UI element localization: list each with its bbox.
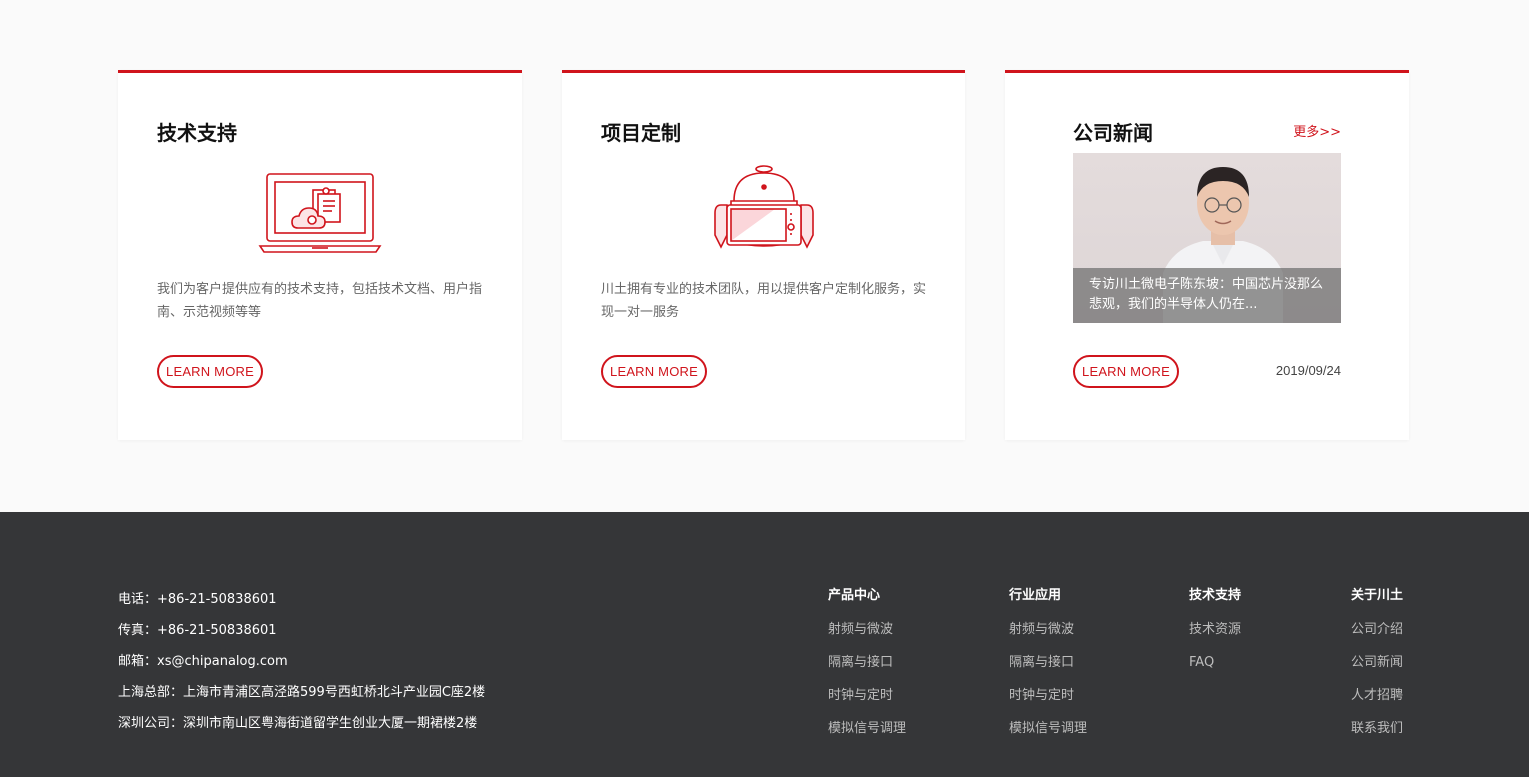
news-date: 2019/09/24 <box>1275 363 1341 378</box>
footer-link[interactable]: 公司介绍 <box>1351 620 1403 653</box>
robot-tablet-icon <box>562 165 965 255</box>
card-description: 我们为客户提供应有的技术支持，包括技术文档、用户指南、示范视频等等 <box>157 282 483 320</box>
footer-contact: 电话：+86-21-50838601 传真：+86-21-50838601 邮箱… <box>118 590 485 745</box>
contact-phone: 电话：+86-21-50838601 <box>118 592 277 607</box>
footer-col-title[interactable]: 技术支持 <box>1189 586 1241 620</box>
footer-link[interactable]: 模拟信号调理 <box>1009 719 1087 752</box>
footer-col-about: 关于川土 公司介绍 公司新闻 人才招聘 联系我们 <box>1351 586 1403 752</box>
footer-col-title[interactable]: 关于川土 <box>1351 586 1403 620</box>
more-news-link[interactable]: 更多>> <box>1293 121 1341 140</box>
footer-link[interactable]: 隔离与接口 <box>1009 653 1087 686</box>
footer-link[interactable]: 时钟与定时 <box>1009 686 1087 719</box>
footer-link[interactable]: 模拟信号调理 <box>828 719 906 752</box>
contact-shanghai-hq: 上海总部：上海市青浦区高泾路599号西虹桥北斗产业园C座2楼 <box>118 685 486 700</box>
card-title: 公司新闻 <box>1073 121 1153 145</box>
footer-link[interactable]: 射频与微波 <box>1009 620 1087 653</box>
footer-link[interactable]: FAQ <box>1189 653 1241 686</box>
footer-col-tech-support: 技术支持 技术资源 FAQ <box>1189 586 1241 686</box>
card-tech-support: 技术支持 我们为客户提供应有的技术支持，包括技术文档、用户指南、示范视频等等 L… <box>118 70 522 440</box>
contact-email: 邮箱：xs@chipanalog.com <box>118 654 288 669</box>
news-image[interactable]: 专访川土微电子陈东坡：中国芯片没那么悲观，我们的半导体人仍在... <box>1073 153 1341 323</box>
card-title: 技术支持 <box>157 121 237 145</box>
card-description: 川土拥有专业的技术团队，用以提供客户定制化服务，实现一对一服务 <box>601 282 927 320</box>
contact-fax: 传真：+86-21-50838601 <box>118 623 277 638</box>
learn-more-button[interactable]: LEARN MORE <box>601 355 707 388</box>
footer-link[interactable]: 人才招聘 <box>1351 686 1403 719</box>
footer-link[interactable]: 时钟与定时 <box>828 686 906 719</box>
footer-col-title[interactable]: 产品中心 <box>828 586 906 620</box>
footer-link[interactable]: 技术资源 <box>1189 620 1241 653</box>
card-title: 项目定制 <box>601 121 681 145</box>
learn-more-button[interactable]: LEARN MORE <box>1073 355 1179 388</box>
footer-col-title[interactable]: 行业应用 <box>1009 586 1087 620</box>
footer-link[interactable]: 公司新闻 <box>1351 653 1403 686</box>
news-caption[interactable]: 专访川土微电子陈东坡：中国芯片没那么悲观，我们的半导体人仍在... <box>1073 268 1341 323</box>
learn-more-button[interactable]: LEARN MORE <box>157 355 263 388</box>
footer-col-applications: 行业应用 射频与微波 隔离与接口 时钟与定时 模拟信号调理 <box>1009 586 1087 752</box>
footer-link[interactable]: 联系我们 <box>1351 719 1403 752</box>
card-company-news: 公司新闻 更多>> 专访川土微电子陈东坡：中国芯片没那么悲观，我们的半导体人仍在… <box>1005 70 1409 440</box>
card-project-custom: 项目定制 川土拥有专业的技术团队，用以提供客户定制化服务，实现一对一服务 LEA… <box>562 70 965 440</box>
footer-link[interactable]: 隔离与接口 <box>828 653 906 686</box>
footer-col-products: 产品中心 射频与微波 隔离与接口 时钟与定时 模拟信号调理 <box>828 586 906 752</box>
feature-cards: 技术支持 我们为客户提供应有的技术支持，包括技术文档、用户指南、示范视频等等 L… <box>118 70 1409 440</box>
footer-link[interactable]: 射频与微波 <box>828 620 906 653</box>
contact-shenzhen-office: 深圳公司：深圳市南山区粤海街道留学生创业大厦一期裙楼2楼 <box>118 716 478 731</box>
laptop-cloud-document-icon <box>118 168 522 258</box>
footer: 电话：+86-21-50838601 传真：+86-21-50838601 邮箱… <box>0 512 1529 777</box>
